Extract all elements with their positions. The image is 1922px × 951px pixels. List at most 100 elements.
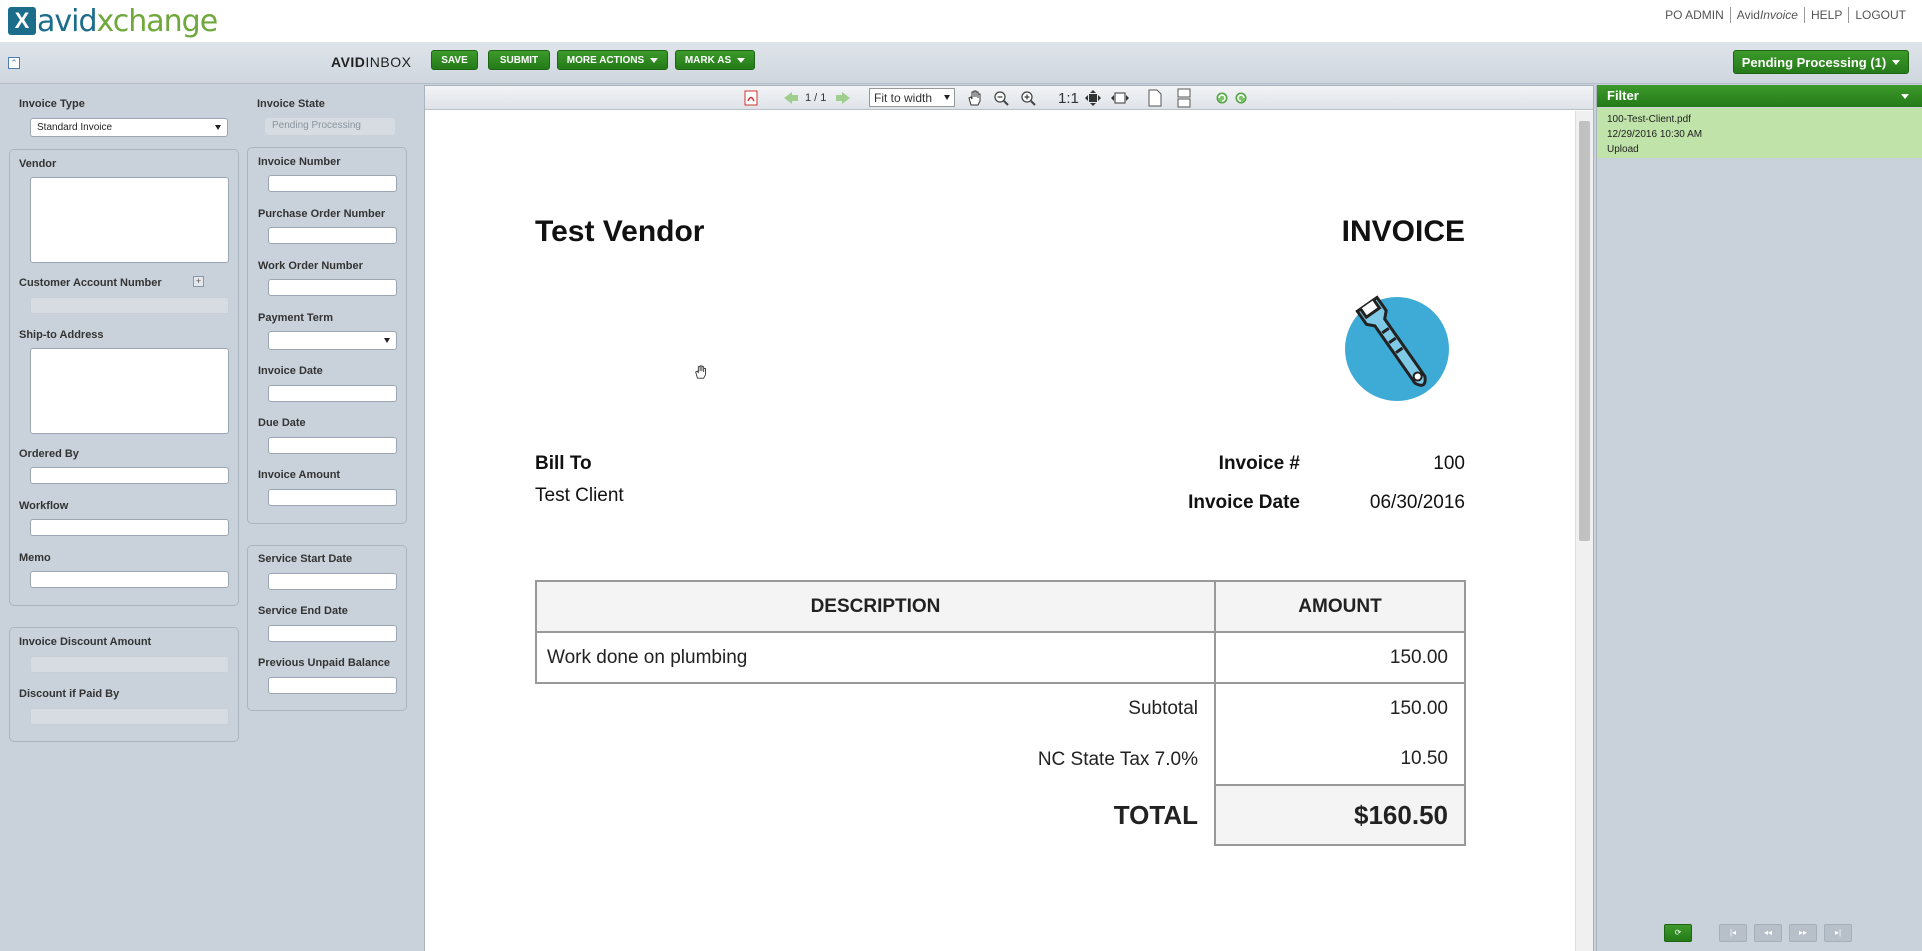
more-actions-button[interactable]: MORE ACTIONS [557, 50, 668, 70]
collapse-header-icon[interactable]: ⌃ [8, 57, 20, 69]
zoom-out-icon[interactable] [993, 89, 1009, 107]
rotate-right-icon[interactable] [1234, 89, 1248, 107]
invoice-date-doc-label: Invoice Date [1188, 492, 1300, 513]
invoice-date-label: Invoice Date [258, 365, 323, 377]
last-page-icon[interactable]: ▸| [1824, 924, 1852, 942]
help-link[interactable]: HELP [1805, 8, 1848, 22]
previous-unpaid-balance-label: Previous Unpaid Balance [258, 657, 391, 669]
memo-field[interactable] [30, 571, 229, 588]
discount-if-paid-by-field [30, 708, 229, 725]
ship-to-address-label: Ship-to Address [19, 329, 104, 341]
subtotal-label: Subtotal [536, 683, 1216, 734]
continuous-page-icon[interactable] [1176, 88, 1192, 108]
zoom-select[interactable]: Fit to width [869, 88, 955, 107]
service-end-date-label: Service End Date [258, 605, 348, 617]
page-indicator: 1 / 1 [805, 92, 827, 104]
vendor-field[interactable] [30, 177, 229, 263]
invoice-amount-label: Invoice Amount [258, 469, 341, 481]
zoom-value: Fit to width [874, 90, 933, 105]
dropdown-arrow-icon [215, 125, 221, 130]
previous-unpaid-balance-field[interactable] [268, 677, 397, 694]
actual-size-button[interactable]: 1:1 [1058, 89, 1079, 107]
invoice-date-doc-value: 06/30/2016 [1369, 492, 1465, 513]
bill-to-value: Test Client [535, 485, 624, 506]
first-page-icon[interactable]: |◂ [1719, 924, 1747, 942]
hand-cursor-icon [693, 364, 709, 383]
next-page-icon[interactable]: ▸▸ [1789, 924, 1817, 942]
description-header: DESCRIPTION [535, 580, 1216, 633]
invoice-date-field[interactable] [268, 385, 397, 402]
viewer-scrollbar[interactable] [1575, 111, 1593, 951]
invoice-state-label: Invoice State [257, 98, 325, 110]
tax-row: NC State Tax 7.0% 10.50 [536, 734, 1466, 786]
title-rest: INBOX [365, 54, 412, 70]
payment-term-label: Payment Term [258, 312, 333, 324]
fit-width-icon[interactable] [1110, 89, 1130, 107]
invoice-number-label: Invoice Number [258, 156, 341, 168]
page-title: AVIDINBOX [331, 54, 412, 70]
top-header: X avid xchange PO ADMIN AvidInvoice HELP… [0, 0, 1922, 42]
ordered-by-label: Ordered By [19, 448, 79, 460]
invoice-page[interactable]: Test Vendor INVOICE Bill To Test Client … [425, 111, 1575, 951]
service-end-date-field[interactable] [268, 625, 397, 642]
ordered-by-field[interactable] [30, 467, 229, 484]
top-links: PO ADMIN AvidInvoice HELP LOGOUT [1659, 7, 1912, 23]
pdf-icon[interactable] [743, 89, 759, 107]
refresh-icon[interactable]: ⟳ [1664, 924, 1692, 942]
fit-page-icon[interactable] [1084, 89, 1102, 107]
next-page-icon[interactable] [835, 89, 851, 107]
dropdown-arrow-icon [384, 338, 390, 343]
hand-tool-icon[interactable] [966, 89, 984, 107]
logout-link[interactable]: LOGOUT [1849, 8, 1912, 22]
invoice-state-value: Pending Processing [265, 118, 395, 135]
wrench-logo-icon [1337, 287, 1457, 410]
invoice-amount-field[interactable] [268, 489, 397, 506]
list-item[interactable]: 100-Test-Client.pdf 12/29/2016 10:30 AM … [1597, 108, 1922, 158]
scrollbar-thumb[interactable] [1579, 121, 1590, 541]
tax-label: NC State Tax 7.0% [536, 734, 1216, 785]
line-items-table: DESCRIPTION AMOUNT Work done on plumbing… [535, 580, 1466, 846]
single-page-icon[interactable] [1147, 89, 1163, 107]
submit-button[interactable]: SUBMIT [488, 50, 550, 70]
more-actions-label: MORE ACTIONS [566, 54, 645, 66]
workflow-field[interactable] [30, 519, 229, 536]
zoom-in-icon[interactable] [1020, 89, 1036, 107]
action-toolbar: ⌃ AVIDINBOX SAVE SUBMIT MORE ACTIONS MAR… [0, 42, 1922, 84]
mark-as-button[interactable]: MARK AS [675, 50, 755, 70]
due-date-field[interactable] [268, 437, 397, 454]
service-start-date-field[interactable] [268, 573, 397, 590]
invoice-type-label: Invoice Type [19, 98, 85, 110]
line-amount: 150.00 [1214, 631, 1466, 684]
total-label: TOTAL [536, 785, 1216, 845]
filter-title: Filter [1607, 88, 1639, 103]
purchase-order-number-field[interactable] [268, 227, 397, 244]
prev-page-icon[interactable]: ◂◂ [1754, 924, 1782, 942]
save-button[interactable]: SAVE [431, 50, 478, 70]
invoice-type-value: Standard Invoice [37, 122, 113, 133]
purchase-order-number-label: Purchase Order Number [258, 208, 386, 220]
total-row: TOTAL $160.50 [536, 784, 1466, 846]
rotate-left-icon[interactable] [1215, 89, 1229, 107]
add-account-icon[interactable]: + [193, 276, 204, 287]
file-source: Upload [1607, 144, 1639, 155]
work-order-number-field[interactable] [268, 279, 397, 296]
invoice-discount-amount-field [30, 656, 229, 673]
filter-header[interactable]: Filter [1597, 85, 1922, 107]
pending-processing-dropdown[interactable]: Pending Processing (1) [1733, 50, 1909, 74]
mark-as-label: MARK AS [684, 54, 732, 66]
total-value: $160.50 [1214, 784, 1466, 846]
filter-panel: Filter 100-Test-Client.pdf 12/29/2016 10… [1596, 85, 1922, 951]
logo-mark: X [8, 7, 36, 35]
table-row: Work done on plumbing 150.00 [535, 631, 1466, 684]
service-start-date-label: Service Start Date [258, 553, 353, 565]
invoice-number-field[interactable] [268, 175, 397, 192]
pending-label: Pending Processing (1) [1741, 54, 1887, 70]
chevron-down-icon [737, 57, 746, 63]
po-admin-link[interactable]: PO ADMIN [1659, 8, 1730, 22]
avidxchange-logo[interactable]: X avid xchange [8, 4, 218, 39]
payment-term-select[interactable] [268, 331, 397, 350]
avidinvoice-link[interactable]: AvidInvoice [1731, 8, 1804, 22]
previous-page-icon[interactable] [783, 89, 799, 107]
invoice-type-select[interactable]: Standard Invoice [30, 118, 228, 137]
ship-to-address-field[interactable] [30, 348, 229, 434]
